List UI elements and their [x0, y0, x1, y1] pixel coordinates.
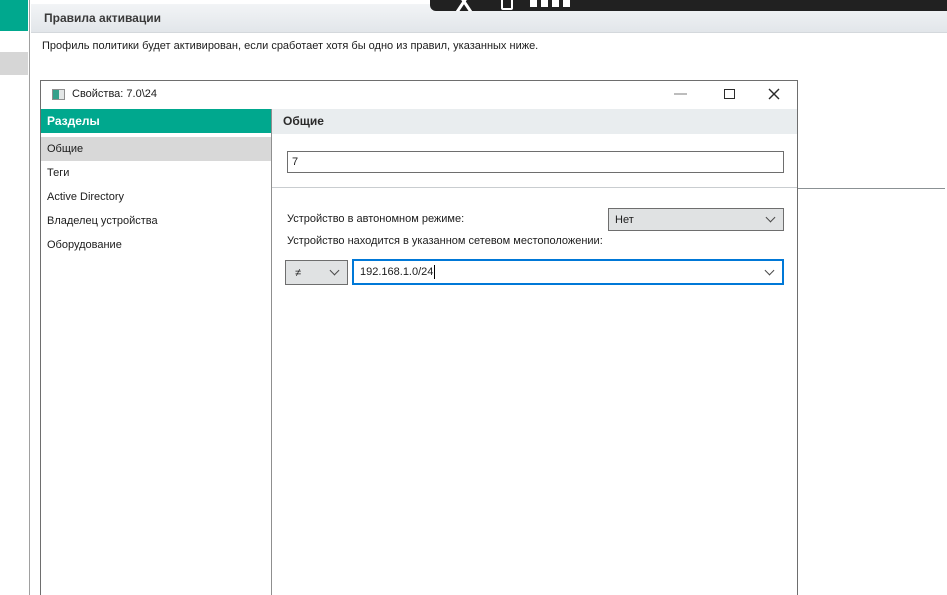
close-button[interactable] [761, 83, 787, 105]
maximize-button[interactable] [716, 83, 742, 105]
offline-mode-select[interactable]: Нет [608, 208, 784, 231]
offline-mode-label: Устройство в автономном режиме: [287, 213, 465, 225]
sections-list: Общие Теги Active Directory Владелец уст… [41, 137, 271, 257]
sidebar-item-device-owner[interactable]: Владелец устройства [41, 209, 271, 233]
separator [798, 188, 945, 189]
close-icon [768, 88, 780, 100]
rail-accent-block [0, 0, 28, 31]
network-operator-select[interactable]: ≠ [285, 260, 348, 285]
page-description: Профиль политики будет активирован, если… [42, 40, 539, 52]
divider [271, 109, 272, 595]
offline-mode-value: Нет [615, 213, 634, 226]
chevron-down-icon [329, 265, 340, 276]
left-rail [0, 0, 30, 595]
sidebar-item-general[interactable]: Общие [41, 137, 271, 161]
network-location-label: Устройство находится в указанном сетевом… [287, 235, 603, 247]
text-caret [434, 265, 436, 279]
sidebar-item-active-directory[interactable]: Active Directory [41, 185, 271, 209]
properties-dialog: Свойства: 7.0\24 Разделы Общие Теги Acti… [40, 80, 798, 595]
minimize-icon [673, 93, 687, 95]
clipboard-icon[interactable] [501, 0, 513, 10]
chevron-down-icon [765, 212, 776, 223]
properties-window-icon [52, 89, 65, 100]
rail-gray-block [0, 52, 28, 75]
separator [272, 187, 797, 188]
chart-bars-icon[interactable] [530, 0, 570, 8]
network-location-combobox[interactable]: 192.168.1.0/24 [352, 259, 784, 285]
dialog-title: Свойства: 7.0\24 [72, 88, 157, 100]
top-toolbar-fragment [430, 0, 947, 11]
sidebar-item-hardware[interactable]: Оборудование [41, 233, 271, 257]
maximize-icon [723, 89, 735, 99]
network-operator-value: ≠ [295, 266, 302, 279]
chevron-down-icon [764, 265, 775, 275]
rule-name-input[interactable] [287, 151, 784, 173]
main-panel-title: Общие [272, 109, 797, 134]
dialog-titlebar[interactable]: Свойства: 7.0\24 [41, 81, 797, 109]
minimize-button[interactable] [667, 83, 693, 105]
x-icon[interactable] [453, 0, 475, 11]
sections-header: Разделы [41, 109, 271, 133]
network-location-value: 192.168.1.0/24 [360, 266, 434, 278]
sidebar-item-tags[interactable]: Теги [41, 161, 271, 185]
